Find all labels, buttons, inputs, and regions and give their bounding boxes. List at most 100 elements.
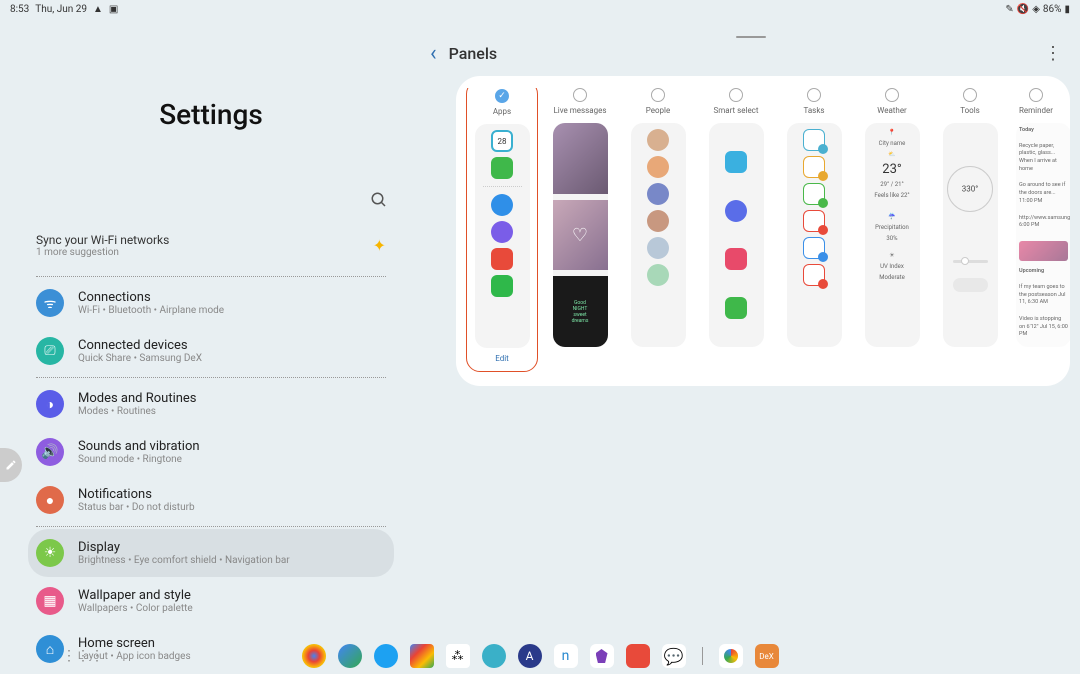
messages-icon — [491, 194, 513, 216]
reminder-item: If my team goes to the postseason Jul 11… — [1019, 284, 1068, 307]
radio-live[interactable] — [573, 88, 587, 102]
compass-reading: 330° — [962, 185, 978, 194]
earth-icon[interactable] — [338, 644, 362, 668]
setting-sub: Status bar • Do not disturb — [78, 502, 386, 513]
panel-people[interactable]: People — [626, 88, 690, 372]
panel-label: Live messages — [553, 106, 606, 115]
mute-icon: 🔇 — [1017, 4, 1029, 15]
wifi-icon: ᯤ — [36, 289, 64, 317]
people-preview — [631, 123, 686, 347]
location-icon: 📍 — [867, 129, 918, 136]
setting-sounds[interactable]: 🔊 Sounds and vibration Sound mode • Ring… — [28, 428, 394, 476]
app-icon[interactable] — [482, 644, 506, 668]
image-icon: ▣ — [109, 4, 118, 15]
pin-icon — [725, 297, 747, 319]
divider — [36, 526, 386, 527]
radio-reminder[interactable] — [1029, 88, 1043, 102]
setting-title: Sounds and vibration — [78, 439, 386, 454]
tool-button — [953, 278, 988, 292]
chrome-icon[interactable] — [302, 644, 326, 668]
panel-tools[interactable]: Tools 330° — [938, 88, 1002, 372]
settings-title: Settings — [20, 98, 402, 131]
modes-icon: ◑ — [36, 390, 64, 418]
weather-icon: ⛅ — [867, 151, 918, 158]
panel-smart-select[interactable]: Smart select — [704, 88, 768, 372]
obsidian-icon[interactable] — [590, 644, 614, 668]
browser-icon — [491, 221, 513, 243]
panel-label: Apps — [493, 107, 511, 116]
photos-icon[interactable] — [719, 644, 743, 668]
battery-pct: 86% — [1043, 4, 1062, 15]
battery-icon: ▮ — [1064, 4, 1070, 15]
suggestion-row[interactable]: Sync your Wi-Fi networks 1 more suggesti… — [28, 223, 394, 274]
panels-title: Panels — [449, 44, 498, 63]
apps-preview: 28 — [475, 124, 530, 348]
search-icon[interactable] — [370, 191, 388, 213]
reminder-today: Today — [1019, 127, 1068, 135]
app-icon[interactable]: A — [518, 644, 542, 668]
dex-icon[interactable]: DeX — [755, 644, 779, 668]
phone-icon — [491, 275, 513, 297]
panel-weather[interactable]: Weather 📍 City name ⛅ 23° 29° / 21° Feel… — [860, 88, 924, 372]
panel-live-messages[interactable]: Live messages ♡ GoodNIGHTsweetdreams — [548, 88, 612, 372]
gif-icon — [725, 248, 747, 270]
tasks-item — [803, 237, 825, 259]
reminder-item: Go around to see if the doors are... 11:… — [1019, 182, 1068, 205]
divider — [36, 276, 386, 277]
pen-icon: ✎ — [1005, 4, 1013, 15]
setting-title: Wallpaper and style — [78, 588, 386, 603]
tasks-item — [803, 156, 825, 178]
app-drawer-icon[interactable]: ⋮⋮⋮ — [62, 648, 104, 664]
panel-label: Reminder — [1019, 106, 1053, 115]
app-icon[interactable]: n — [554, 644, 578, 668]
suggestion-sub: 1 more suggestion — [36, 247, 373, 258]
weather-preview: 📍 City name ⛅ 23° 29° / 21° Feels like 2… — [865, 123, 920, 347]
reminder-item: http://www.samsung.com 6:00 PM — [1019, 215, 1068, 230]
avatar — [647, 237, 669, 259]
setting-sub: Wallpapers • Color palette — [78, 603, 386, 614]
edit-link[interactable]: Edit — [471, 354, 533, 363]
setting-title: Connected devices — [78, 338, 386, 353]
panel-apps[interactable]: Apps 28 Edit — [470, 88, 534, 372]
avatar — [647, 210, 669, 232]
back-button[interactable]: ‹ — [430, 41, 437, 66]
play-store-icon[interactable] — [410, 644, 434, 668]
panel-label: People — [646, 106, 670, 115]
weather-precip-label: Precipitation — [867, 224, 918, 231]
setting-title: Display — [78, 540, 386, 555]
setting-sub: Brightness • Eye comfort shield • Naviga… — [78, 555, 386, 566]
live-preview: ♡ GoodNIGHTsweetdreams — [553, 123, 608, 347]
status-bar: 8:53 Thu, Jun 29 ▲ ▣ ✎ 🔇 ◈ 86% ▮ — [0, 0, 1080, 18]
setting-display[interactable]: ☀ Display Brightness • Eye comfort shiel… — [28, 529, 394, 577]
reminder-preview: Today Recycle paper, plastic, glass... W… — [1016, 123, 1070, 347]
slack-icon[interactable]: ⁂ — [446, 644, 470, 668]
tasks-preview — [787, 123, 842, 347]
more-menu[interactable]: ⋮ — [1044, 43, 1062, 64]
weather-temp: 23° — [867, 162, 918, 177]
radio-people[interactable] — [651, 88, 665, 102]
radio-tools[interactable] — [963, 88, 977, 102]
panel-reminder[interactable]: Reminder Today Recycle paper, plastic, g… — [1016, 88, 1056, 372]
setting-notifications[interactable]: ● Notifications Status bar • Do not dist… — [28, 476, 394, 524]
radio-apps[interactable] — [495, 89, 509, 103]
setting-title: Notifications — [78, 487, 386, 502]
panel-tasks[interactable]: Tasks — [782, 88, 846, 372]
radio-smart[interactable] — [729, 88, 743, 102]
setting-connected-devices[interactable]: ⎚ Connected devices Quick Share • Samsun… — [28, 327, 394, 375]
palette-icon: ▦ — [36, 587, 64, 615]
weather-uv: Moderate — [867, 274, 918, 281]
setting-wallpaper[interactable]: ▦ Wallpaper and style Wallpapers • Color… — [28, 577, 394, 625]
radio-tasks[interactable] — [807, 88, 821, 102]
chat-icon[interactable]: 💬 — [662, 644, 686, 668]
status-date: Thu, Jun 29 — [35, 4, 87, 15]
setting-modes[interactable]: ◑ Modes and Routines Modes • Routines — [28, 380, 394, 428]
wifi-icon: ◈ — [1032, 4, 1040, 15]
setting-sub: Sound mode • Ringtone — [78, 454, 386, 465]
weather-feels: Feels like 22° — [867, 192, 918, 199]
smart-preview — [709, 123, 764, 347]
setting-connections[interactable]: ᯤ Connections Wi-Fi • Bluetooth • Airpla… — [28, 279, 394, 327]
todoist-icon[interactable] — [626, 644, 650, 668]
avatar — [647, 183, 669, 205]
radio-weather[interactable] — [885, 88, 899, 102]
twitter-icon[interactable] — [374, 644, 398, 668]
